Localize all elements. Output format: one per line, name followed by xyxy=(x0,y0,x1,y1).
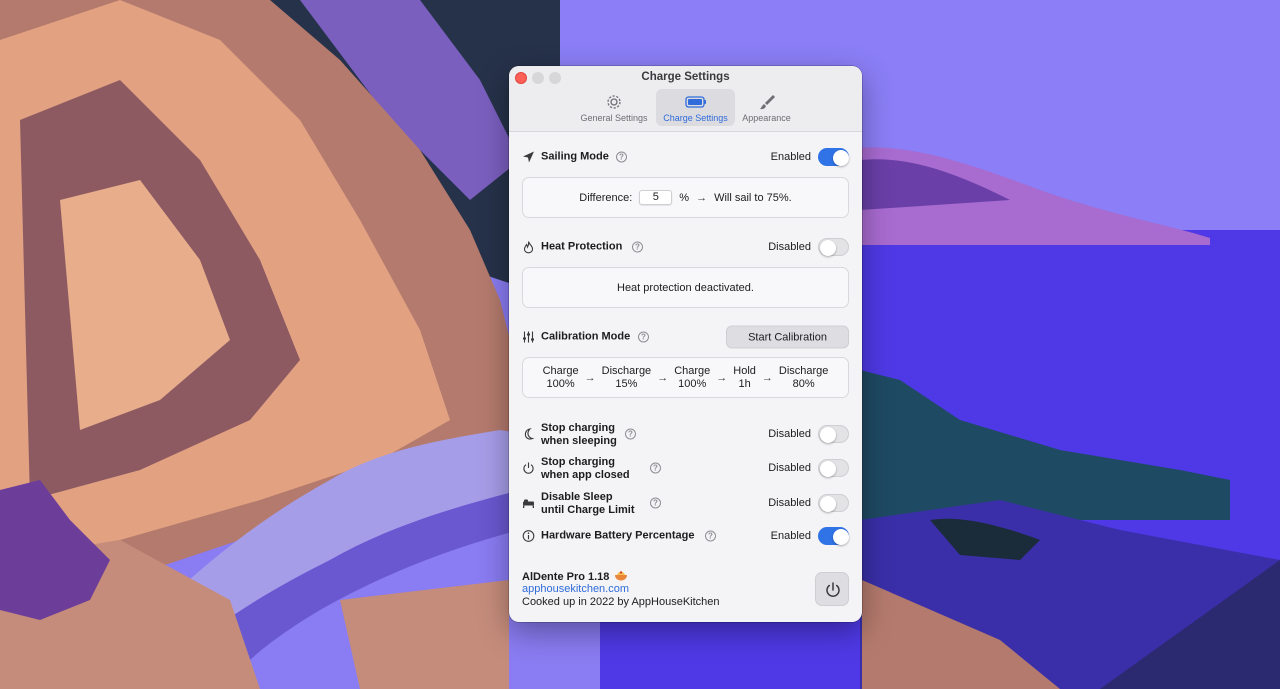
difference-input[interactable]: 5 xyxy=(639,190,673,205)
help-icon[interactable]: ? xyxy=(650,497,661,509)
disable-sleep-row: Disable Sleep until Charge Limit ? Disabl… xyxy=(522,489,849,517)
help-icon[interactable]: ? xyxy=(625,428,636,440)
calibration-step: Discharge 15% xyxy=(601,364,652,390)
sliders-icon xyxy=(523,331,534,343)
calibration-steps-panel: Charge 100% → Discharge 15% → Charge 100% →… xyxy=(522,357,849,398)
quit-button[interactable] xyxy=(815,572,849,606)
pasta-bowl-icon xyxy=(615,571,628,581)
help-icon[interactable]: ? xyxy=(638,331,649,343)
tab-label: General Settings xyxy=(580,113,648,123)
stop-charging-sleeping-toggle[interactable] xyxy=(818,425,849,443)
sailing-mode-label: Sailing Mode xyxy=(541,150,609,163)
gear-icon xyxy=(607,95,621,109)
hardware-battery-percentage-row: Hardware Battery Percentage ? Enabled xyxy=(522,523,849,549)
start-calibration-button[interactable]: Start Calibration xyxy=(726,325,849,349)
option-label: Stop charging when app closed xyxy=(541,456,630,481)
arrow-right-icon: → xyxy=(584,371,596,384)
title-bar: Charge Settings General Settings Charge … xyxy=(509,66,862,132)
help-icon[interactable]: ? xyxy=(632,241,643,253)
heat-protection-panel: Heat protection deactivated. xyxy=(522,267,849,308)
calibration-mode-label: Calibration Mode xyxy=(541,330,631,343)
heat-protection-state: Disabled xyxy=(768,241,811,253)
location-arrow-icon xyxy=(523,151,534,163)
stop-charging-app-closed-toggle[interactable] xyxy=(818,459,849,477)
difference-label: Difference: xyxy=(579,191,633,204)
hardware-battery-percentage-toggle[interactable] xyxy=(818,527,849,545)
website-link[interactable]: apphousekitchen.com xyxy=(522,583,629,595)
power-icon xyxy=(523,462,534,474)
heat-protection-label: Heat Protection xyxy=(541,240,623,253)
calibration-step: Hold 1h xyxy=(733,364,756,390)
tab-general-settings[interactable]: General Settings xyxy=(576,89,652,126)
arrow-right-icon: → xyxy=(657,371,669,384)
option-state: Disabled xyxy=(768,428,811,440)
sailing-mode-panel: Difference: 5 % → Will sail to 75%. xyxy=(522,177,849,218)
app-version: AlDente Pro 1.18 xyxy=(522,570,628,583)
arrow-right-icon: → xyxy=(761,371,773,384)
option-label: Hardware Battery Percentage xyxy=(541,529,695,542)
window-title: Charge Settings xyxy=(641,71,730,83)
battery-icon xyxy=(684,96,706,108)
arrow-right-icon: → xyxy=(716,371,728,384)
power-icon xyxy=(826,582,840,597)
sail-result: Will sail to 75%. xyxy=(714,191,792,204)
tab-label: Appearance xyxy=(742,113,791,123)
help-icon[interactable]: ? xyxy=(616,151,627,163)
sailing-mode-state: Enabled xyxy=(770,151,811,163)
stop-charging-app-closed-row: Stop charging when app closed ? Disabled xyxy=(522,454,849,482)
tab-label: Charge Settings xyxy=(663,113,728,123)
tab-appearance[interactable]: Appearance xyxy=(738,89,795,126)
calibration-mode-row: Calibration Mode ? Start Calibration xyxy=(522,324,849,350)
flame-icon xyxy=(523,241,534,254)
option-state: Disabled xyxy=(768,462,811,474)
credit-text: Cooked up in 2022 by AppHouseKitchen xyxy=(522,596,720,608)
sailing-mode-row: Sailing Mode ? Enabled xyxy=(522,144,849,170)
option-label: Stop charging when sleeping xyxy=(541,422,617,447)
heat-protection-row: Heat Protection ? Disabled xyxy=(522,234,849,260)
info-icon xyxy=(522,530,535,542)
option-label: Disable Sleep until Charge Limit xyxy=(541,491,635,516)
option-state: Enabled xyxy=(770,530,811,542)
heat-protection-toggle[interactable] xyxy=(818,238,849,256)
calibration-step: Discharge 80% xyxy=(778,364,829,390)
tab-charge-settings[interactable]: Charge Settings xyxy=(656,89,735,126)
arrow-right-icon: → xyxy=(696,191,708,204)
heat-protection-message: Heat protection deactivated. xyxy=(617,281,754,294)
charge-settings-window: Charge Settings General Settings Charge … xyxy=(509,66,862,622)
sailing-mode-toggle[interactable] xyxy=(818,148,849,166)
stop-charging-sleeping-row: Stop charging when sleeping ? Disabled xyxy=(522,420,849,448)
calibration-step: Charge 100% xyxy=(542,364,579,390)
option-state: Disabled xyxy=(768,497,811,509)
paintbrush-icon xyxy=(759,95,775,110)
moon-icon xyxy=(524,428,535,440)
disable-sleep-toggle[interactable] xyxy=(818,494,849,512)
difference-unit: % xyxy=(679,191,690,204)
help-icon[interactable]: ? xyxy=(650,462,661,474)
calibration-step: Charge 100% xyxy=(674,364,711,390)
bed-icon xyxy=(523,499,534,508)
help-icon[interactable]: ? xyxy=(705,530,716,542)
